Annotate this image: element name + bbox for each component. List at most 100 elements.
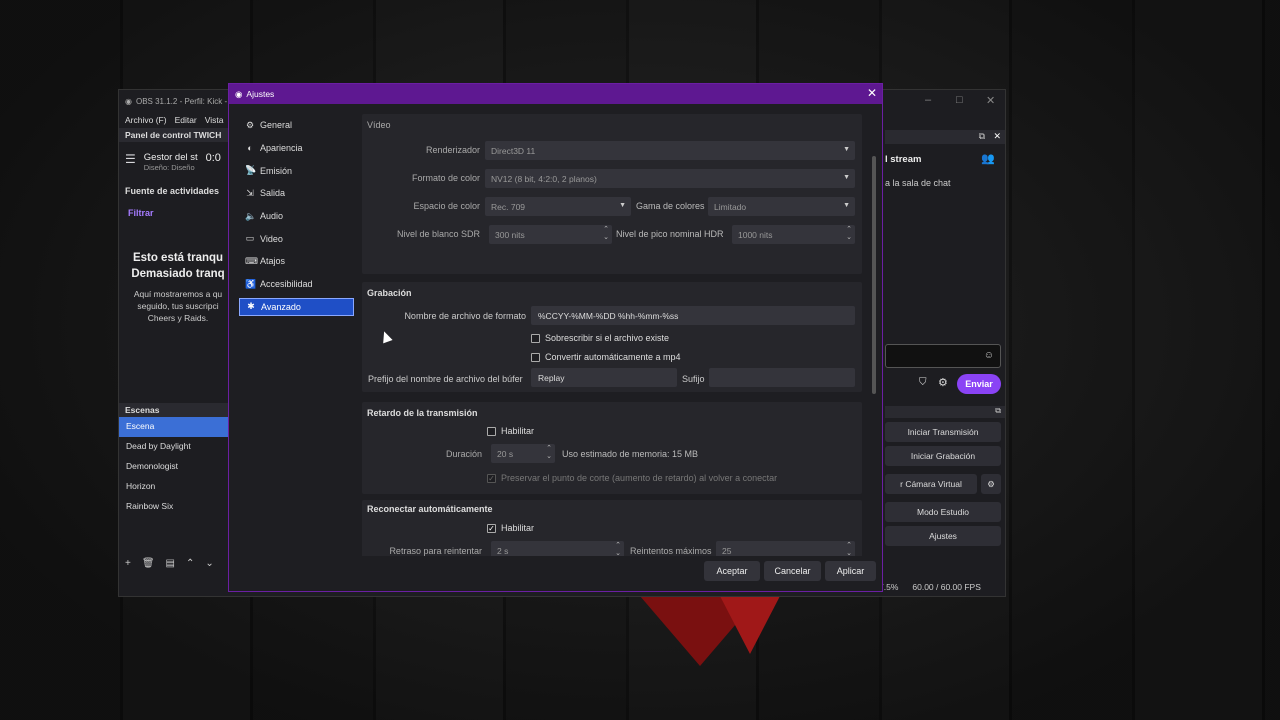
- minimize-icon[interactable]: –: [925, 94, 931, 106]
- start-stream-button[interactable]: Iniciar Transmisión: [885, 422, 1001, 442]
- max-retries-spinbox[interactable]: 25 ⌃ ⌄: [716, 541, 855, 556]
- color-range-select[interactable]: Limitado ▼: [708, 197, 855, 216]
- dock-close-icon[interactable]: ✕: [993, 131, 1001, 142]
- stream-manager: ☰ Gestor del st Diseño: Diseño 0:0: [125, 152, 221, 172]
- checkbox-box[interactable]: ✓: [487, 523, 496, 533]
- add-icon[interactable]: +: [125, 558, 131, 569]
- checkbox-box[interactable]: ✓: [487, 473, 496, 483]
- remux-label: Convertir automáticamente a mp4: [545, 352, 681, 362]
- users-icon[interactable]: 👥: [981, 152, 995, 165]
- memory-note: Uso estimado de memoria: 15 MB: [562, 449, 699, 459]
- dialog-title: Ajustes: [246, 89, 275, 99]
- renderer-select[interactable]: Direct3D 11 ▼: [485, 141, 855, 160]
- trash-icon[interactable]: 🗑: [142, 558, 155, 569]
- accept-button[interactable]: Aceptar: [704, 561, 760, 581]
- chevron-down-icon: ▼: [843, 202, 850, 209]
- scene-item[interactable]: Dead by Daylight: [119, 437, 231, 457]
- undock-icon[interactable]: ⧉: [979, 131, 985, 142]
- apply-button[interactable]: Aplicar: [825, 561, 876, 581]
- close-icon[interactable]: ✕: [867, 86, 877, 100]
- spin-arrows-icon[interactable]: ⌃ ⌄: [615, 542, 621, 556]
- sidebar-item-salida[interactable]: ⇲ Salida: [239, 182, 354, 205]
- sidebar-item-apariencia[interactable]: ◐ Apariencia: [239, 137, 354, 160]
- obs-logo-icon: ◉: [235, 88, 243, 99]
- sidebar-item-atajos[interactable]: ⌨ Atajos: [239, 250, 354, 273]
- overwrite-checkbox[interactable]: Sobrescribir si el archivo existe: [531, 333, 669, 343]
- checkbox-box[interactable]: [487, 426, 496, 436]
- suffix-label: Sufijo: [682, 374, 705, 384]
- spin-arrows-icon[interactable]: ⌃ ⌄: [546, 445, 552, 461]
- empty-desc-line-3: Cheers y Raids.: [147, 313, 209, 323]
- suffix-input[interactable]: [709, 368, 855, 387]
- menu-editar[interactable]: Editar: [175, 115, 197, 125]
- video-group: Vídeo Renderizador Direct3D 11 ▼ Formato …: [362, 114, 862, 274]
- obs-logo-icon: ◉: [125, 96, 132, 106]
- buffer-prefix-input[interactable]: Replay: [531, 368, 677, 387]
- emoji-icon[interactable]: ☺: [984, 350, 994, 361]
- color-format-select[interactable]: NV12 (8 bit, 4:2:0, 2 planos) ▼: [485, 169, 855, 188]
- sidebar-item-video[interactable]: ▭ Video: [239, 227, 354, 250]
- retry-delay-value: 2 s: [497, 546, 509, 556]
- studio-mode-button[interactable]: Modo Estudio: [885, 502, 1001, 522]
- retry-delay-spinbox[interactable]: 2 s ⌃ ⌄: [491, 541, 624, 556]
- hdr-peak-spinbox[interactable]: 1000 nits ⌃ ⌄: [732, 225, 855, 244]
- stream-delay-enable-label: Habilitar: [501, 426, 535, 436]
- checkbox-box[interactable]: [531, 333, 540, 343]
- sidebar-item-emision[interactable]: 📡 Emisión: [239, 159, 354, 182]
- reconnect-enable-label: Habilitar: [501, 523, 535, 533]
- move-up-icon[interactable]: ⌃: [186, 558, 194, 569]
- chat-input[interactable]: ☺: [885, 344, 1001, 368]
- empty-title-line-1: Esto está tranqu: [132, 252, 224, 264]
- empty-desc-line-1: Aquí mostraremos a qu: [133, 289, 223, 299]
- reconnect-group: Reconectar automáticamente ✓ Habilitar Re…: [362, 500, 862, 556]
- settings-button[interactable]: Ajustes: [885, 526, 1001, 546]
- scene-item[interactable]: Escena: [119, 417, 231, 437]
- menu-vista[interactable]: Vista: [205, 115, 224, 125]
- maximize-icon[interactable]: □: [956, 94, 963, 106]
- spin-arrows-icon[interactable]: ⌃ ⌄: [846, 542, 852, 556]
- filename-format-input[interactable]: %CCYY-%MM-%DD %hh-%mm-%ss: [531, 306, 855, 325]
- sidebar-item-label: Atajos: [260, 256, 286, 267]
- buffer-prefix-label: Prefijo del nombre de archivo del búfer: [368, 374, 523, 384]
- send-button[interactable]: Enviar: [957, 374, 1001, 394]
- color-space-select[interactable]: Rec. 709 ▼: [485, 197, 631, 216]
- scrollbar[interactable]: [872, 156, 876, 394]
- sidebar-item-audio[interactable]: 🔈 Audio: [239, 205, 354, 228]
- shield-icon[interactable]: ⛉: [919, 377, 927, 388]
- virtual-camera-button[interactable]: r Cámara Virtual: [885, 474, 977, 494]
- sidebar-item-general[interactable]: ⚙ General: [239, 114, 354, 137]
- background-red-shape-2: [720, 596, 780, 654]
- empty-state-title: Esto está tranqu Demasiado tranq: [125, 250, 231, 282]
- start-recording-button[interactable]: Iniciar Grabación: [885, 446, 1001, 466]
- menu-archivo[interactable]: Archivo (F): [125, 115, 167, 125]
- palette-icon: ◐: [247, 143, 253, 154]
- scene-item[interactable]: Rainbow Six: [119, 497, 231, 517]
- scene-item[interactable]: Demonologist: [119, 457, 231, 477]
- spin-arrows-icon[interactable]: ⌃ ⌄: [603, 226, 609, 242]
- scene-item[interactable]: Horizon: [119, 477, 231, 497]
- sidebar-item-accesibilidad[interactable]: ♿ Accesibilidad: [239, 273, 354, 296]
- window-close-icon[interactable]: ✕: [986, 94, 995, 107]
- keyboard-icon: ⌨: [245, 255, 258, 266]
- duration-spinbox[interactable]: 20 s ⌃ ⌄: [491, 444, 555, 463]
- hamburger-icon[interactable]: ☰: [125, 152, 136, 172]
- filter-button[interactable]: Filtrar: [128, 208, 154, 218]
- reconnect-enable-checkbox[interactable]: ✓ Habilitar: [487, 523, 534, 533]
- chat-settings-icon[interactable]: ⚙: [938, 376, 948, 389]
- move-down-icon[interactable]: ⌄: [205, 558, 213, 569]
- controls-undock-icon[interactable]: ⧉: [995, 406, 1001, 416]
- stream-delay-enable-checkbox[interactable]: Habilitar: [487, 426, 534, 436]
- max-retries-value: 25: [722, 546, 732, 556]
- empty-title-line-2: Demasiado tranq: [131, 268, 225, 280]
- filter-icon[interactable]: ▤: [166, 558, 175, 569]
- spin-arrows-icon[interactable]: ⌃ ⌄: [846, 226, 852, 242]
- preserve-cutpoint-checkbox[interactable]: ✓ Preservar el punto de corte (aumento de…: [487, 473, 777, 483]
- cancel-button[interactable]: Cancelar: [764, 561, 821, 581]
- remux-checkbox[interactable]: Convertir automáticamente a mp4: [531, 352, 681, 362]
- virtual-camera-settings-icon[interactable]: ⚙: [981, 474, 1001, 494]
- sdr-white-spinbox[interactable]: 300 nits ⌃ ⌄: [489, 225, 612, 244]
- sdr-white-label: Nivel de blanco SDR: [396, 229, 480, 239]
- checkbox-box[interactable]: [531, 352, 540, 362]
- sidebar-item-avanzado[interactable]: ✱ Avanzado: [239, 297, 354, 316]
- chevron-down-icon: ▼: [843, 174, 850, 181]
